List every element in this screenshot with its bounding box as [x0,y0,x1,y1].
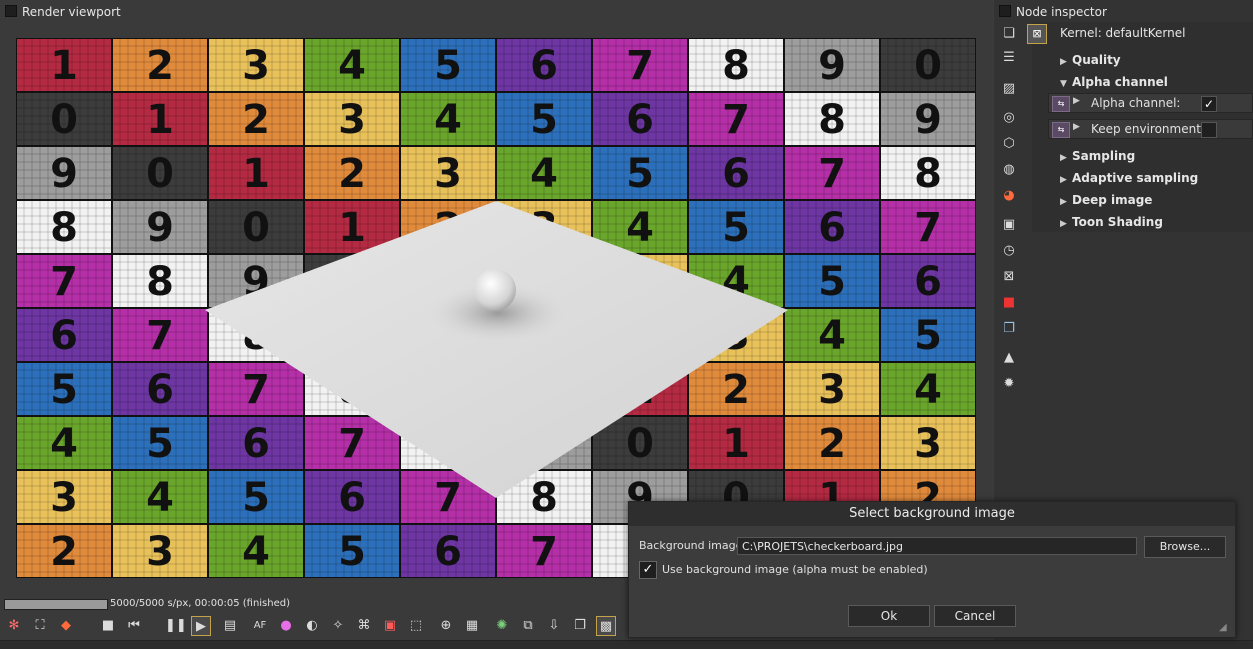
clock-icon[interactable]: ◷ [999,241,1019,261]
sun-icon[interactable]: ✹ [999,374,1019,394]
keep-environment-label: Keep environment: [1091,122,1205,136]
background-image-input[interactable] [737,537,1137,555]
rewind-icon[interactable]: ⏮ [124,616,144,636]
sphere [474,269,516,311]
progress-bar [4,599,108,610]
picture-icon[interactable]: ▲ [999,348,1019,368]
section-toon-shading[interactable]: ▶ Toon Shading [1060,215,1163,229]
render-settings-icon[interactable]: ✻ [4,616,24,636]
zoom-icon[interactable]: ⊕ [436,616,456,636]
dialog-title: Select background image [629,502,1235,526]
expand-arrow-icon[interactable]: ▶ [1073,96,1080,106]
expand-arrow-icon: ▶ [1060,175,1067,185]
object-icon[interactable]: ⌘ [354,616,374,636]
stop-icon[interactable]: ■ [98,616,118,636]
pin-icon[interactable]: ⇆ [1052,122,1070,138]
panel-square-icon [5,5,17,17]
alpha-channel-checkbox[interactable]: ✓ [1201,96,1217,112]
environment-icon[interactable]: ◍ [999,160,1019,180]
image-icon[interactable]: ▨ [999,79,1019,99]
section-quality[interactable]: ▶ Quality [1060,53,1121,67]
keep-environment-checkbox[interactable] [1201,122,1217,138]
plane-surface [205,201,788,498]
section-adaptive-sampling[interactable]: ▶ Adaptive sampling [1060,171,1198,185]
pause-icon[interactable]: ❚❚ [165,616,187,636]
af-icon[interactable]: AF [250,616,270,636]
viewport-title-bar: Render viewport [0,1,121,23]
resize-grip-icon[interactable]: ◢ [1219,622,1231,634]
collapse-arrow-icon: ▼ [1060,79,1067,89]
inspector-sidebar: ❏ ☰ ▨ ◎ ⬡ ◍ ◕ ▣ ◷ ⊠ ■ ❐ ▲ ✹ [994,22,1026,402]
browse-button[interactable]: Browse... [1144,536,1226,558]
crop-icon[interactable]: ⛶ [30,616,50,636]
section-deep-image[interactable]: ▶ Deep image [1060,193,1152,207]
expand-arrow-icon[interactable]: ▶ [1073,122,1080,132]
expand-arrow-icon: ▶ [1060,219,1067,229]
expand-arrow-icon: ▶ [1060,153,1067,163]
render-target-icon[interactable]: ◎ [999,108,1019,128]
background-image-icon[interactable]: ▩ [596,616,616,636]
section-alpha-channel[interactable]: ▼ Alpha channel [1060,75,1168,89]
texture-icon[interactable]: ▣ [999,215,1019,235]
copy-nodes-icon[interactable]: ❏ [999,24,1019,44]
inspector-content: ⊠ Kernel: defaultKernel ▶ Quality ▼ Alpha … [1027,22,1253,232]
layers-icon[interactable]: ❐ [999,319,1019,339]
viewport-title: Render viewport [22,5,121,19]
expand-arrow-icon: ▶ [1060,57,1067,67]
alpha-channel-label: Alpha channel: [1091,96,1181,110]
list-icon[interactable]: ☰ [999,48,1019,68]
prop-keep-environment: ⇆ ▶ Keep environment: [1048,119,1253,139]
camera-icon[interactable]: ▣ [380,616,400,636]
play-icon[interactable]: ▶ [191,616,211,636]
background-image-label: Background image: [639,539,747,552]
cube-icon[interactable]: ◆ [56,616,76,636]
use-background-label: Use background image (alpha must be enab… [662,563,928,576]
material-icon[interactable]: ◐ [302,616,322,636]
region-icon[interactable]: ▦ [462,616,482,636]
select-background-dialog: Select background image Background image… [628,501,1236,638]
color-picker-icon[interactable]: ● [276,616,296,636]
inspector-title: Node inspector [1016,5,1107,19]
expand-arrow-icon: ▶ [1060,197,1067,207]
kernel-icon[interactable]: ⊠ [999,267,1019,287]
section-sampling[interactable]: ▶ Sampling [1060,149,1135,163]
screen-icon[interactable]: ▤ [220,616,240,636]
render-image[interactable]: 1234567890012345678990123456788901234567… [16,38,976,578]
download-icon[interactable]: ⇩ [544,616,564,636]
kernel-node-icon[interactable]: ⊠ [1027,24,1047,44]
inspector-title-bar: Node inspector [994,1,1107,23]
red-cube-icon[interactable]: ■ [999,293,1019,313]
rendered-plane [205,201,788,498]
prop-alpha-channel: ⇆ ▶ Alpha channel: ✓ [1048,93,1253,113]
render-status-text: 5000/5000 s/px, 00:00:05 (finished) [110,598,291,609]
kernel-row: ⊠ Kernel: defaultKernel [1027,22,1253,44]
pin-icon[interactable]: ⇆ [1052,96,1070,112]
use-background-checkbox[interactable]: ✓ [639,561,657,579]
paint-icon[interactable]: ◕ [999,186,1019,206]
geometry-icon[interactable]: ⬡ [999,134,1019,154]
panel-square-icon [999,5,1011,17]
spinner-icon[interactable]: ✺ [492,616,512,636]
focus-icon[interactable]: ⬚ [406,616,426,636]
cancel-button[interactable]: Cancel [934,605,1016,627]
copy-icon[interactable]: ⧉ [518,616,538,636]
layers-icon[interactable]: ❐ [570,616,590,636]
light-icon[interactable]: ✧ [328,616,348,636]
ok-button[interactable]: Ok [848,605,930,627]
kernel-label: Kernel: defaultKernel [1060,26,1186,40]
